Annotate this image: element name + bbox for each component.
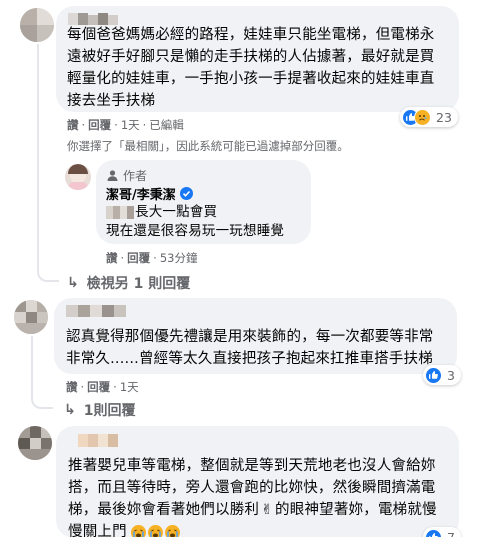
sad-icon xyxy=(414,108,431,126)
commenter-avatar[interactable] xyxy=(18,426,52,460)
comment-text: 每個爸爸媽媽必經的路程，娃娃車只能坐電梯，但電梯永 遠被好手好腳只是懶的走手扶梯… xyxy=(67,27,435,109)
verified-icon xyxy=(179,187,193,200)
like-link[interactable]: 讚 xyxy=(106,251,118,265)
reply-arrow-icon: ↳ xyxy=(64,402,76,418)
timestamp[interactable]: 1天 xyxy=(121,118,140,132)
author-avatar[interactable] xyxy=(65,164,91,190)
comment-text: 推著嬰兒車等電梯，整個就是等到天荒地老也沒人會給妳 搭，而且等待時，旁人還會跑的… xyxy=(68,455,458,537)
reaction-count: 23 xyxy=(436,109,452,125)
comment-text: 認真覺得那個優先禮讓是用來裝飾的，每一次都要等非常 非常久......曾經等太久… xyxy=(66,329,434,367)
commenter-avatar[interactable] xyxy=(20,8,54,42)
reply-link[interactable]: 回覆 xyxy=(88,118,111,132)
author-badge: 作者 xyxy=(106,167,147,184)
reply-text: 長大一點會買 現在還是很容易玩一玩想睡覺 xyxy=(106,204,285,239)
crying-face-icon xyxy=(147,524,163,537)
reaction-summary[interactable]: 23 xyxy=(400,107,458,127)
filter-note: 你選擇了「最相關」，因此系統可能已過濾掉部分回覆。 xyxy=(67,139,349,153)
like-icon xyxy=(425,528,442,537)
reaction-summary[interactable]: 7 xyxy=(423,527,461,537)
author-name[interactable]: 潔哥/李秉潔 xyxy=(106,184,193,203)
commenter-name-blurred[interactable] xyxy=(78,434,118,447)
view-replies[interactable]: ↳ 1則回覆 xyxy=(64,400,135,420)
like-icon xyxy=(425,366,442,384)
reply-link[interactable]: 回覆 xyxy=(127,251,150,265)
victory-hand-icon: ✌ xyxy=(261,502,274,518)
reaction-summary[interactable]: 3 xyxy=(423,365,461,385)
commenter-avatar[interactable] xyxy=(14,300,48,334)
reply-link[interactable]: 回覆 xyxy=(87,380,110,394)
like-link[interactable]: 讚 xyxy=(66,380,78,394)
pixelated-mention[interactable] xyxy=(106,206,134,219)
reaction-count: 3 xyxy=(447,367,455,383)
reply-actions: 讚 · 回覆 · 53分鐘 xyxy=(106,251,198,265)
comment-actions: 讚 · 回覆 · 1天 xyxy=(66,380,139,394)
crying-face-icon xyxy=(164,524,180,537)
like-link[interactable]: 讚 xyxy=(67,118,79,132)
comment-actions: 讚 · 回覆 · 1天 · 已編輯 xyxy=(67,118,184,132)
crying-face-icon xyxy=(130,524,146,537)
timestamp[interactable]: 1天 xyxy=(120,380,139,394)
reply-arrow-icon: ↳ xyxy=(67,275,79,291)
commenter-name-blurred[interactable] xyxy=(66,305,126,317)
thread-line xyxy=(37,44,59,282)
author-badge-icon xyxy=(107,170,118,181)
timestamp[interactable]: 53分鐘 xyxy=(160,251,198,265)
thread-line xyxy=(31,336,53,409)
reaction-count: 7 xyxy=(447,529,455,537)
view-more-replies[interactable]: ↳ 檢視另 1 則回覆 xyxy=(67,273,190,293)
edited-label: 已編輯 xyxy=(149,118,184,132)
